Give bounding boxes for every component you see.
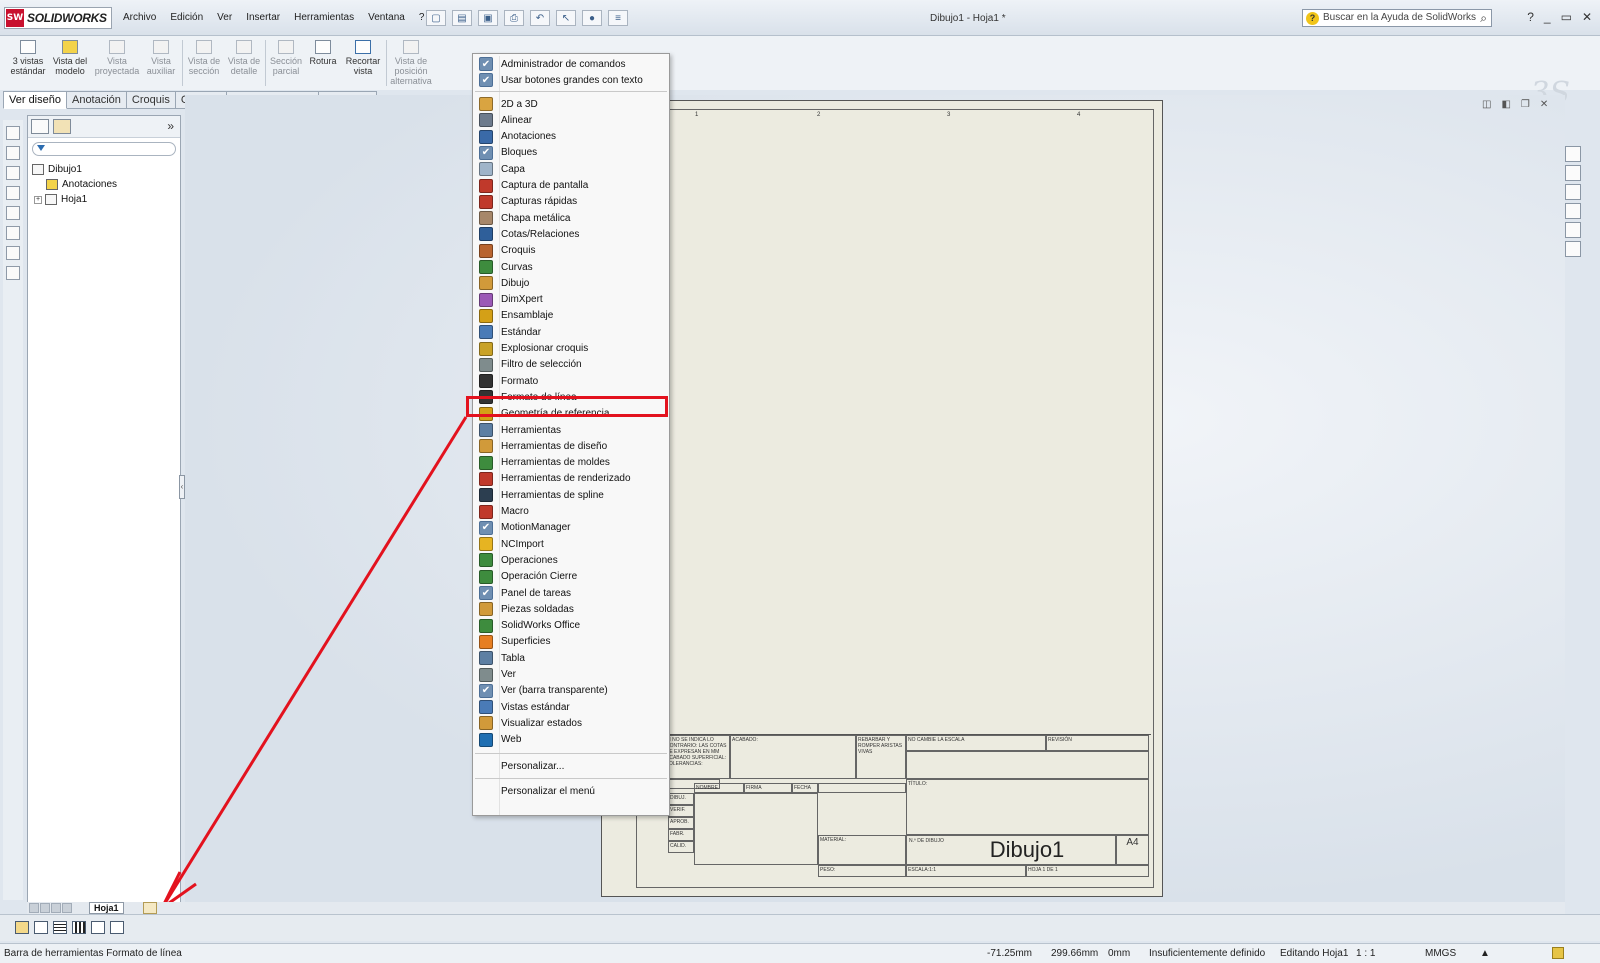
line-style-icon[interactable] — [72, 921, 86, 934]
status-editing: Editando Hoja1 — [1280, 948, 1349, 959]
status-z-coordinate: 0mm — [1108, 948, 1131, 959]
status-units[interactable]: MMGS — [1425, 948, 1456, 959]
status-y-coordinate: 299.66mm — [1051, 948, 1099, 959]
color-display-mode-icon[interactable] — [110, 921, 124, 934]
last-sheet-icon[interactable] — [62, 903, 72, 913]
annotation-arrow — [160, 416, 468, 910]
hide-show-edges-icon[interactable] — [91, 921, 105, 934]
line-thickness-icon[interactable] — [53, 921, 67, 934]
units-arrow-icon[interactable]: ▲ — [1480, 948, 1490, 959]
first-sheet-icon[interactable] — [29, 903, 39, 913]
next-sheet-icon[interactable] — [51, 903, 61, 913]
prev-sheet-icon[interactable] — [40, 903, 50, 913]
status-x-coordinate: -71.25mm — [987, 948, 1033, 959]
sheet-tab-bar: Hoja1 — [27, 902, 1565, 914]
add-sheet-icon[interactable] — [143, 902, 157, 914]
layer-properties-icon[interactable] — [15, 921, 29, 934]
status-message: Barra de herramientas Formato de línea — [4, 948, 182, 959]
line-format-toolbar — [0, 914, 1600, 941]
status-scale: 1 : 1 — [1356, 948, 1376, 959]
sheet-nav-buttons — [29, 903, 72, 913]
line-color-icon[interactable] — [34, 921, 48, 934]
status-definition: Insuficientemente definido — [1149, 948, 1266, 959]
sheet-tab-hoja1[interactable]: Hoja1 — [89, 902, 124, 914]
rebuild-status-icon[interactable] — [1552, 947, 1564, 959]
status-bar: Barra de herramientas Formato de línea -… — [0, 943, 1600, 963]
